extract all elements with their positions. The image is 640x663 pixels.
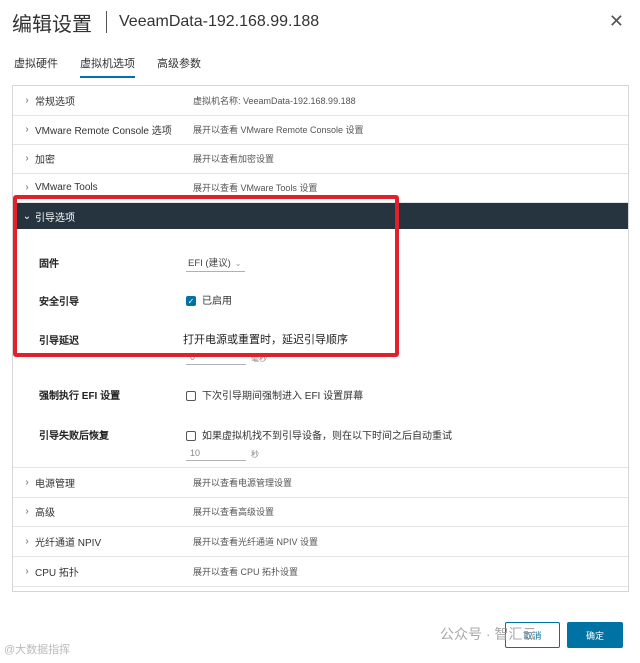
failed-boot-recovery-desc: 如果虚拟机找不到引导设备，则在以下时间之后自动重试	[202, 431, 452, 442]
firmware-label: 固件	[39, 259, 59, 270]
dialog-title: 编辑设置	[12, 13, 92, 36]
chevron-right-icon: ›	[25, 566, 29, 577]
section-advanced[interactable]: › 高级 展开以查看高级设置	[13, 497, 628, 527]
section-label: 常规选项	[35, 97, 75, 108]
section-label: 引导选项	[35, 212, 75, 224]
force-efi-checkbox[interactable]: 下次引导期间强制进入 EFI 设置屏幕	[186, 387, 363, 402]
section-boot-options[interactable]: ⌄ 引导选项	[13, 203, 628, 229]
chevron-right-icon: ›	[25, 477, 29, 488]
section-label: VMware Remote Console 选项	[35, 126, 172, 137]
secure-boot-value: 已启用	[202, 296, 232, 307]
section-value: 展开以查看光纤通道 NPIV 设置	[193, 537, 319, 547]
boot-delay-label: 引导延迟	[39, 336, 79, 347]
section-value: 展开以查看 VMware Tools 设置	[193, 183, 318, 193]
recovery-delay-input[interactable]: 10	[186, 448, 246, 461]
chevron-right-icon: ›	[25, 95, 29, 106]
close-icon[interactable]: ✕	[609, 12, 624, 30]
chevron-right-icon: ›	[25, 506, 29, 517]
boot-delay-description: 打开电源或重置时，延迟引导顺序	[183, 331, 348, 347]
force-efi-desc: 下次引导期间强制进入 EFI 设置屏幕	[202, 391, 364, 402]
section-label: 高级	[35, 508, 55, 519]
checkbox-empty-icon	[186, 391, 196, 402]
dialog-header: 编辑设置 VeeamData-192.168.99.188	[12, 8, 319, 36]
section-fibre-channel-npiv[interactable]: › 光纤通道 NPIV 展开以查看光纤通道 NPIV 设置	[13, 527, 628, 557]
watermark-left: @大数据指挥	[4, 644, 71, 656]
force-efi-label: 强制执行 EFI 设置	[39, 391, 121, 402]
recovery-delay-unit: 秒	[251, 450, 259, 459]
chevron-right-icon: ›	[25, 182, 29, 193]
checkbox-empty-icon	[186, 431, 196, 442]
section-value: 展开以查看 CPU 拓扑设置	[193, 567, 299, 577]
section-general-options[interactable]: › 常规选项 虚拟机名称: VeeamData-192.168.99.188	[13, 86, 628, 116]
section-value: 虚拟机名称: VeeamData-192.168.99.188	[193, 96, 356, 106]
title-separator	[106, 11, 107, 33]
chevron-right-icon: ›	[25, 124, 29, 135]
section-value: 展开以查看 VMware Remote Console 设置	[193, 125, 364, 135]
watermark-right: 公众号 · 智汇云	[440, 626, 537, 642]
boot-delay-input[interactable]: 0	[186, 352, 246, 365]
checkmark-icon: ✓	[186, 296, 196, 307]
ok-button[interactable]: 确定	[567, 622, 623, 648]
section-label: 加密	[35, 155, 55, 166]
section-value: 展开以查看加密设置	[193, 154, 275, 164]
section-label: CPU 拓扑	[35, 568, 79, 579]
section-value: 展开以查看电源管理设置	[193, 478, 293, 488]
section-cpu-topology[interactable]: › CPU 拓扑 展开以查看 CPU 拓扑设置	[13, 557, 628, 587]
chevron-right-icon: ›	[25, 153, 29, 164]
section-power-management[interactable]: › 电源管理 展开以查看电源管理设置	[13, 467, 628, 498]
secure-boot-checkbox[interactable]: ✓ 已启用	[186, 292, 232, 307]
firmware-value: EFI (建议)	[188, 258, 231, 269]
boot-delay-unit: 毫秒	[251, 354, 267, 363]
tab-advanced-params[interactable]: 高级参数	[157, 55, 201, 78]
section-label: 光纤通道 NPIV	[35, 538, 102, 549]
chevron-down-icon: ⌄	[22, 210, 32, 222]
section-value: 展开以查看高级设置	[193, 507, 275, 517]
section-label: 电源管理	[35, 479, 75, 490]
firmware-select[interactable]: EFI (建议) ⌄	[186, 255, 246, 272]
section-label: VMware Tools	[35, 182, 98, 193]
tab-vm-options[interactable]: 虚拟机选项	[80, 55, 135, 78]
failed-boot-recovery-label: 引导失败后恢复	[39, 431, 109, 442]
vm-name: VeeamData-192.168.99.188	[119, 13, 320, 30]
secure-boot-label: 安全引导	[39, 297, 79, 308]
tab-bar: 虚拟硬件 虚拟机选项 高级参数	[14, 55, 223, 78]
chevron-right-icon: ›	[25, 536, 29, 547]
failed-boot-recovery-checkbox[interactable]: 如果虚拟机找不到引导设备，则在以下时间之后自动重试	[186, 427, 452, 442]
chevron-down-icon: ⌄	[234, 259, 242, 268]
section-vmware-tools[interactable]: › VMware Tools 展开以查看 VMware Tools 设置	[13, 173, 628, 203]
tab-virtual-hardware[interactable]: 虚拟硬件	[14, 55, 58, 78]
section-encryption[interactable]: › 加密 展开以查看加密设置	[13, 144, 628, 174]
section-remote-console[interactable]: › VMware Remote Console 选项 展开以查看 VMware …	[13, 115, 628, 145]
